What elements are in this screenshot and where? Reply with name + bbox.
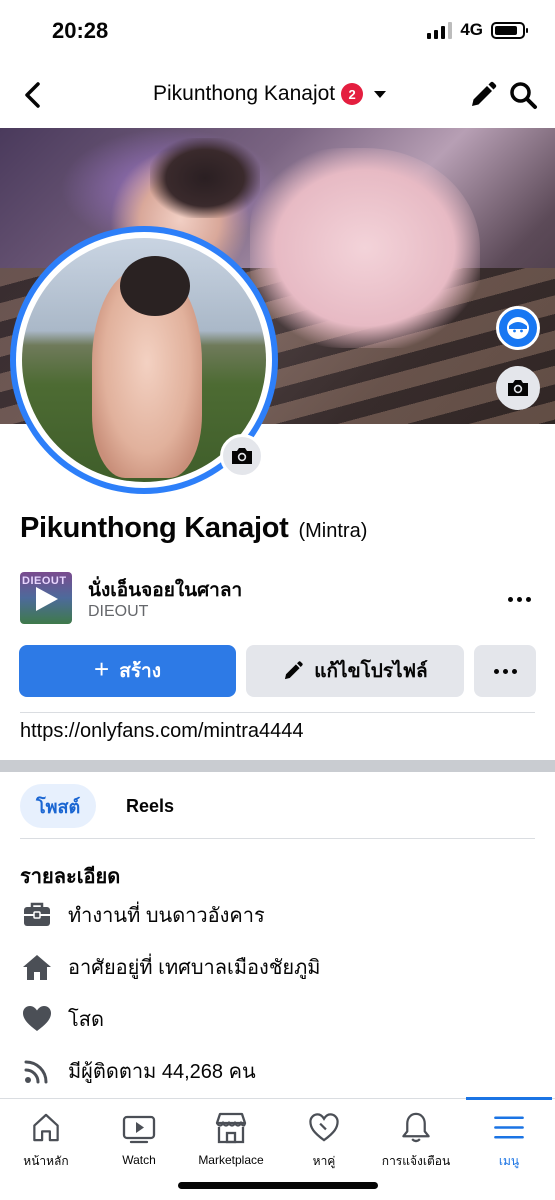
detail-location-text: อาศัยอยู่ที่ เทศบาลเมืองชัยภูมิ bbox=[68, 957, 321, 979]
profile-alternate-name: (Mintra) bbox=[298, 520, 368, 542]
profile-camera-button[interactable] bbox=[220, 434, 264, 478]
profile-name-main: Pikunthong Kanajot bbox=[20, 512, 289, 544]
avatar-sticker-icon bbox=[507, 317, 529, 339]
watch-icon bbox=[122, 1115, 156, 1144]
create-button-label: สร้าง bbox=[119, 661, 161, 682]
details-heading: รายละเอียด bbox=[20, 866, 121, 888]
home-indicator[interactable] bbox=[178, 1182, 378, 1189]
edit-profile-label: แก้ไขโปรไฟล์ bbox=[314, 661, 428, 682]
profile-music[interactable]: DIEOUT นั่งเอ็นจอยในศาลา DIEOUT bbox=[20, 572, 535, 626]
briefcase-icon bbox=[24, 902, 50, 926]
music-artist: DIEOUT bbox=[88, 603, 149, 620]
nav-dating-label: หาคู่ bbox=[312, 1154, 336, 1168]
music-more-button[interactable] bbox=[504, 584, 534, 614]
camera-icon bbox=[232, 448, 252, 464]
section-divider bbox=[0, 760, 555, 772]
status-indicators: 4G bbox=[427, 20, 528, 40]
music-title: นั่งเอ็นจอยในศาลา bbox=[88, 580, 243, 601]
nav-home[interactable]: หน้าหลัก bbox=[0, 1111, 92, 1171]
nav-marketplace-label: Marketplace bbox=[198, 1153, 264, 1167]
status-time: 20:28 bbox=[52, 18, 109, 43]
detail-followers-text: มีผู้ติดตาม 44,268 คน bbox=[68, 1061, 256, 1083]
cover-camera-button[interactable] bbox=[496, 366, 540, 410]
detail-relationship-text: โสด bbox=[68, 1009, 104, 1031]
dating-icon bbox=[309, 1113, 339, 1142]
menu-icon bbox=[494, 1116, 524, 1139]
heart-icon bbox=[23, 1006, 51, 1031]
nav-active-indicator bbox=[466, 1097, 552, 1100]
back-button[interactable] bbox=[18, 78, 48, 112]
nav-watch-label: Watch bbox=[122, 1153, 156, 1167]
detail-location: อาศัยอยู่ที่ เทศบาลเมืองชัยภูมิ bbox=[20, 949, 320, 985]
nav-marketplace[interactable]: Marketplace bbox=[185, 1111, 277, 1171]
header-profile-name: Pikunthong Kanajot bbox=[153, 82, 336, 105]
profile-name: Pikunthong Kanajot (Mintra) bbox=[20, 512, 367, 545]
camera-icon bbox=[508, 380, 528, 396]
bell-icon bbox=[402, 1112, 430, 1143]
divider bbox=[20, 712, 535, 713]
nav-dating[interactable]: หาคู่ bbox=[278, 1111, 370, 1171]
plus-icon: + bbox=[94, 654, 110, 684]
caret-down-icon bbox=[374, 91, 387, 98]
rss-icon bbox=[24, 1060, 48, 1084]
marketplace-icon bbox=[215, 1112, 247, 1144]
music-thumbnail[interactable]: DIEOUT bbox=[20, 572, 72, 624]
nav-notifications[interactable]: การแจ้งเตือน bbox=[370, 1111, 462, 1171]
detail-followers[interactable]: มีผู้ติดตาม 44,268 คน bbox=[20, 1053, 256, 1089]
detail-relationship: โสด bbox=[20, 1001, 104, 1037]
detail-work: ทำงานที่ บนดาวอังคาร bbox=[20, 897, 265, 933]
search-icon[interactable] bbox=[508, 80, 538, 110]
cell-signal-icon bbox=[427, 21, 453, 39]
more-options-button[interactable] bbox=[474, 645, 536, 697]
profile-header: Pikunthong Kanajot 2 bbox=[0, 62, 555, 128]
edit-profile-button[interactable]: แก้ไขโปรไฟล์ bbox=[246, 645, 464, 697]
nav-watch[interactable]: Watch bbox=[93, 1111, 185, 1171]
nav-home-label: หน้าหลัก bbox=[23, 1154, 69, 1168]
divider bbox=[20, 838, 535, 839]
play-icon bbox=[36, 587, 58, 611]
music-thumbnail-text: DIEOUT bbox=[22, 575, 67, 587]
edit-pencil-icon[interactable] bbox=[468, 80, 498, 110]
nav-menu-label: เมนู bbox=[498, 1154, 520, 1168]
network-type: 4G bbox=[460, 20, 483, 39]
tab-posts[interactable]: โพสต์ bbox=[20, 784, 97, 828]
nav-menu[interactable]: เมนู bbox=[463, 1111, 555, 1171]
back-icon bbox=[25, 82, 40, 108]
nav-notifications-label: การแจ้งเตือน bbox=[381, 1154, 451, 1168]
create-button[interactable]: + สร้าง bbox=[19, 645, 236, 697]
profile-switcher[interactable]: Pikunthong Kanajot 2 bbox=[153, 82, 387, 106]
profile-website-link[interactable]: https://onlyfans.com/mintra4444 bbox=[20, 720, 303, 743]
home-icon bbox=[33, 1113, 59, 1142]
home-icon bbox=[23, 955, 51, 980]
battery-icon bbox=[491, 21, 528, 39]
avatar-sticker-button[interactable] bbox=[496, 306, 540, 350]
status-bar: 20:28 4G bbox=[0, 0, 555, 62]
tab-reels[interactable]: Reels bbox=[110, 784, 190, 828]
notification-badge: 2 bbox=[341, 83, 364, 105]
detail-work-text: ทำงานที่ บนดาวอังคาร bbox=[68, 905, 265, 927]
edit-pencil-icon bbox=[285, 661, 303, 680]
